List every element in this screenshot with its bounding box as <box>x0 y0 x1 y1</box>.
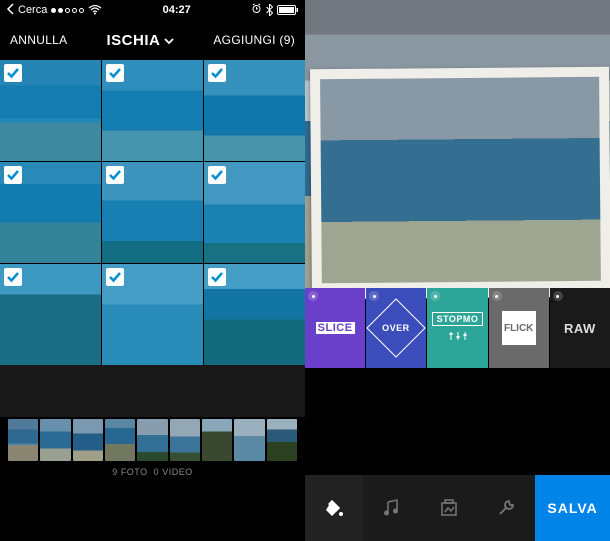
empty-area <box>305 368 610 475</box>
preview-area[interactable] <box>305 0 610 288</box>
check-icon <box>106 268 124 286</box>
layout-icon <box>439 498 459 518</box>
grid-item[interactable] <box>204 162 305 263</box>
diamond-icon: OVER <box>367 298 426 357</box>
signal-icon <box>51 8 84 13</box>
check-icon <box>4 64 22 82</box>
grid-item[interactable] <box>0 264 101 365</box>
effect-raw[interactable]: RAW <box>550 288 610 368</box>
filmstrip-thumb[interactable] <box>137 419 167 461</box>
filmstrip-thumb[interactable] <box>202 419 232 461</box>
back-chevron-icon[interactable] <box>6 3 14 18</box>
grid-item[interactable] <box>204 60 305 161</box>
nav-bar: ANNULLA ISCHIA AGGIUNGI (9) <box>0 20 305 60</box>
effect-options-icon[interactable] <box>430 291 440 301</box>
filmstrip-thumb[interactable] <box>105 419 135 461</box>
clock: 04:27 <box>163 4 191 16</box>
effect-options-icon[interactable] <box>369 291 379 301</box>
music-icon <box>381 498 401 518</box>
picker-screen: Cerca 04:27 <box>0 0 305 541</box>
effect-options-icon[interactable] <box>492 291 502 301</box>
check-icon <box>106 64 124 82</box>
status-bar: Cerca 04:27 <box>0 0 305 20</box>
bluetooth-icon <box>266 4 273 16</box>
filmstrip-thumb[interactable] <box>267 419 297 461</box>
effect-options-icon[interactable] <box>553 291 563 301</box>
filmstrip-thumb[interactable] <box>8 419 38 461</box>
grid-item[interactable] <box>102 264 203 365</box>
tool-music[interactable] <box>363 475 421 541</box>
bottom-toolbar: SALVA <box>305 475 610 541</box>
preview-frame <box>310 67 610 300</box>
grid-item[interactable] <box>0 162 101 263</box>
effect-slice[interactable]: SLICE <box>305 288 365 368</box>
alarm-icon <box>251 3 262 17</box>
grid-item[interactable] <box>102 162 203 263</box>
tool-layout[interactable] <box>420 475 478 541</box>
photo-grid <box>0 60 305 365</box>
filmstrip-thumb[interactable] <box>40 419 70 461</box>
album-title: ISCHIA <box>107 32 161 49</box>
tool-settings[interactable] <box>478 475 536 541</box>
media-counter: 9 FOTO 0 VIDEO <box>0 463 305 485</box>
check-icon <box>208 268 226 286</box>
effect-over[interactable]: OVER <box>366 288 426 368</box>
check-icon <box>208 166 226 184</box>
check-icon <box>106 166 124 184</box>
effects-row: SLICE OVER STOPMO FLICK RAW <box>305 288 610 368</box>
check-icon <box>4 166 22 184</box>
cancel-button[interactable]: ANNULLA <box>10 33 67 47</box>
wrench-icon <box>496 498 516 518</box>
grid-item[interactable] <box>102 60 203 161</box>
tool-paint[interactable] <box>305 475 363 541</box>
paint-bucket-icon <box>323 497 345 519</box>
battery-icon <box>277 5 299 15</box>
grid-item[interactable] <box>204 264 305 365</box>
empty-area <box>0 365 305 417</box>
filmstrip[interactable] <box>0 417 305 463</box>
filmstrip-thumb[interactable] <box>234 419 264 461</box>
chevron-down-icon <box>164 32 174 49</box>
grid-item[interactable] <box>0 60 101 161</box>
editor-screen: SLICE OVER STOPMO FLICK RAW <box>305 0 610 541</box>
sliders-icon <box>448 330 468 345</box>
back-label[interactable]: Cerca <box>18 4 47 16</box>
check-icon <box>4 268 22 286</box>
effect-stopmo[interactable]: STOPMO <box>427 288 487 368</box>
save-button[interactable]: SALVA <box>535 475 610 541</box>
effect-flick[interactable]: FLICK <box>489 288 549 368</box>
wifi-icon <box>88 5 102 15</box>
add-button[interactable]: AGGIUNGI (9) <box>213 33 295 47</box>
album-dropdown[interactable]: ISCHIA <box>107 32 175 49</box>
effect-options-icon[interactable] <box>308 291 318 301</box>
filmstrip-thumb[interactable] <box>170 419 200 461</box>
filmstrip-thumb[interactable] <box>73 419 103 461</box>
check-icon <box>208 64 226 82</box>
